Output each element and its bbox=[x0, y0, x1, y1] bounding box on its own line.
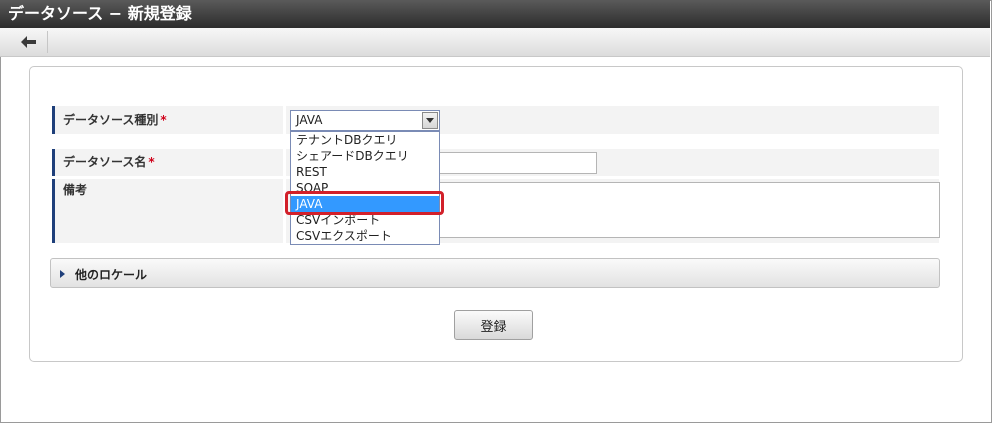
dropdown-option[interactable]: REST bbox=[291, 164, 439, 180]
toolbar bbox=[0, 28, 990, 57]
dropdown-option[interactable]: CSVエクスポート bbox=[291, 228, 439, 244]
data-source-name-input[interactable] bbox=[438, 152, 597, 174]
name-label: データソース名 * bbox=[52, 149, 283, 176]
back-button[interactable] bbox=[12, 31, 48, 53]
register-button[interactable]: 登録 bbox=[454, 310, 533, 340]
dropdown-option-selected[interactable]: JAVA bbox=[291, 196, 439, 212]
arrow-left-icon bbox=[21, 36, 36, 48]
data-source-type-select[interactable]: JAVA bbox=[290, 110, 440, 131]
type-dropdown-list[interactable]: テナントDBクエリ シェアードDBクエリ REST SOAP JAVA CSVイ… bbox=[290, 131, 440, 245]
other-locale-label: 他のロケール bbox=[75, 268, 148, 282]
dropdown-option[interactable]: SOAP bbox=[291, 180, 439, 196]
chevron-down-icon[interactable] bbox=[422, 112, 438, 129]
type-label: データソース種別 * bbox=[52, 106, 283, 134]
note-label: 備考 bbox=[52, 179, 283, 243]
required-mark: * bbox=[148, 155, 155, 169]
note-textarea[interactable] bbox=[438, 182, 940, 238]
required-mark: * bbox=[160, 113, 167, 127]
dropdown-option[interactable]: テナントDBクエリ bbox=[291, 132, 439, 148]
window-title: データソース − 新規登録 bbox=[0, 0, 990, 28]
triangle-right-icon bbox=[60, 270, 65, 278]
name-label-text: データソース名 bbox=[63, 155, 147, 169]
dropdown-option[interactable]: シェアードDBクエリ bbox=[291, 148, 439, 164]
dropdown-option[interactable]: CSVインポート bbox=[291, 212, 439, 228]
type-label-text: データソース種別 bbox=[63, 113, 159, 127]
select-value: JAVA bbox=[296, 113, 323, 127]
note-label-text: 備考 bbox=[63, 183, 88, 197]
other-locale-toggle[interactable]: 他のロケール bbox=[50, 258, 940, 288]
